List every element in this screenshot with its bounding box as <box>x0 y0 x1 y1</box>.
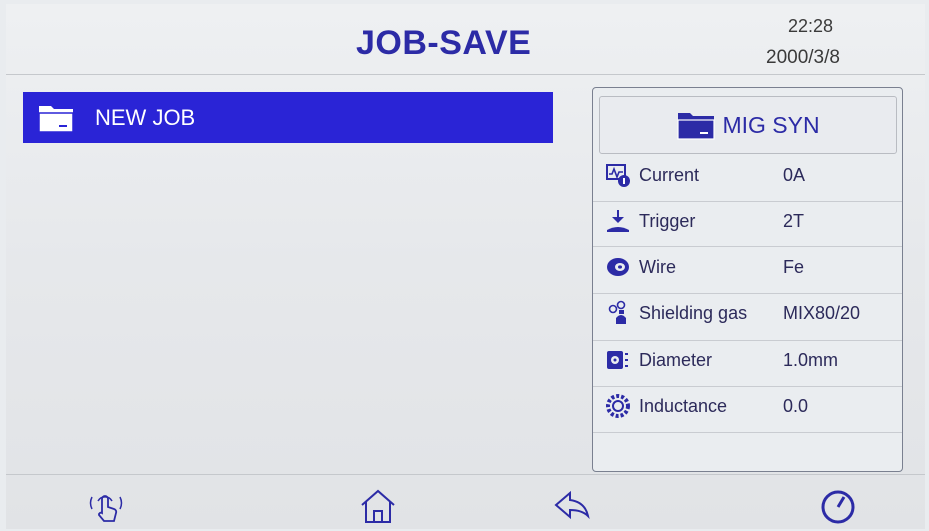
param-value: 2T <box>783 210 805 231</box>
home-icon[interactable] <box>356 483 400 527</box>
knob-icon[interactable] <box>816 483 860 527</box>
param-name: Inductance <box>639 395 728 416</box>
divider <box>593 386 902 387</box>
param-inductance: Inductance 0.0 <box>605 389 900 423</box>
param-shielding-gas: Shielding gas MIX80/20 <box>605 296 900 330</box>
job-details-panel: MIG SYN Current 0A Trigger 2T Wire Fe Sh… <box>592 87 903 472</box>
screen: JOB-SAVE 22:28 2000/3/8 NEW JOB MIG SYN <box>6 4 925 529</box>
param-value: Fe <box>783 256 805 277</box>
param-value: 0A <box>783 164 806 185</box>
divider <box>593 201 902 202</box>
bottom-nav <box>6 474 925 529</box>
clock-date: 2000/3/8 <box>766 47 840 68</box>
param-name: Trigger <box>639 210 696 231</box>
param-name: Diameter <box>639 349 713 370</box>
header: JOB-SAVE 22:28 2000/3/8 <box>6 4 925 75</box>
divider <box>593 293 902 294</box>
folder-icon <box>677 113 716 140</box>
back-icon[interactable] <box>550 483 594 527</box>
param-value: 0.0 <box>783 395 809 416</box>
param-name: Current <box>639 164 700 185</box>
param-name: Shielding gas <box>639 302 748 323</box>
divider <box>593 340 902 341</box>
page-title: JOB-SAVE <box>356 24 532 62</box>
param-value: 1.0mm <box>783 349 839 370</box>
inductance-icon <box>606 394 630 418</box>
param-wire: Wire Fe <box>605 250 900 284</box>
panel-title: MIG SYN <box>722 111 820 138</box>
diameter-icon <box>607 351 628 369</box>
touch-icon[interactable] <box>84 483 128 527</box>
param-diameter: Diameter 1.0mm <box>605 343 900 377</box>
param-value: MIX80/20 <box>783 302 861 323</box>
trigger-icon <box>607 210 629 232</box>
gas-icon <box>608 300 626 324</box>
param-current: Current 0A <box>605 158 900 192</box>
job-label: NEW JOB <box>95 104 196 130</box>
divider <box>593 432 902 433</box>
job-list-item-new-job[interactable]: NEW JOB <box>23 92 553 143</box>
clock-time: 22:28 <box>788 16 834 36</box>
param-trigger: Trigger 2T <box>605 204 900 238</box>
panel-header: MIG SYN <box>599 96 897 154</box>
wire-spool-icon <box>607 258 629 276</box>
divider <box>593 246 902 247</box>
folder-icon <box>38 105 74 133</box>
current-icon <box>606 164 630 187</box>
param-name: Wire <box>639 256 676 277</box>
